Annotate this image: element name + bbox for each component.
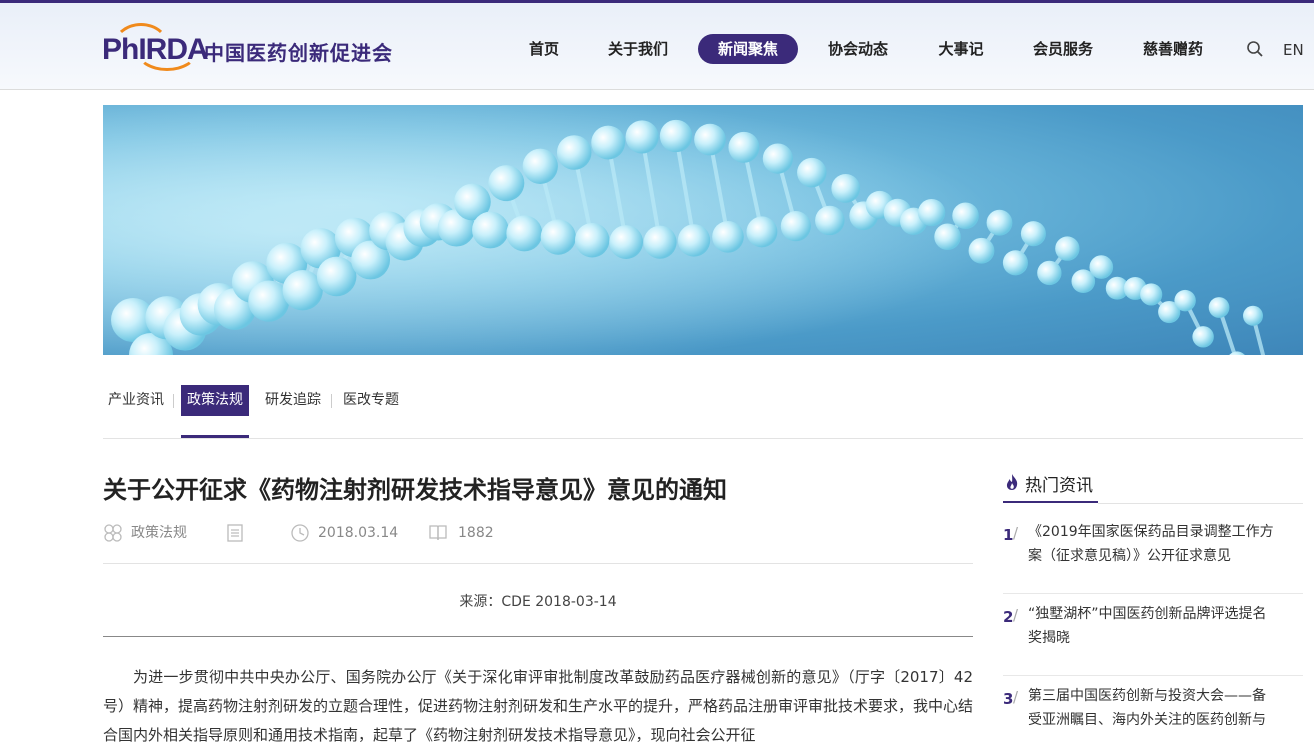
document-icon bbox=[227, 524, 243, 542]
hero-banner bbox=[103, 105, 1303, 355]
rank-slash: / bbox=[1013, 524, 1019, 542]
hot-news-link[interactable]: 第三届中国医药创新与投资大会——备受亚洲瞩目、海内外关注的医药创新与 bbox=[1028, 684, 1278, 732]
helix-sphere bbox=[1055, 236, 1080, 261]
helix-sphere bbox=[1174, 289, 1196, 312]
meta-date: 2018.03.14 bbox=[318, 525, 399, 541]
helix-sphere bbox=[522, 148, 558, 184]
sub-nav: 产业资讯 政策法规 研发追踪 医改专题 bbox=[103, 384, 1303, 439]
sidebar-header: 热门资讯 bbox=[1003, 466, 1098, 503]
helix-sphere bbox=[591, 125, 626, 160]
meta-views: 1882 bbox=[458, 525, 494, 541]
nav-item-charity[interactable]: 慈善赠药 bbox=[1133, 34, 1213, 64]
site-header: PhIRDA 中国医药创新促进会 首页 关于我们 新闻聚焦 协会动态 大事记 会… bbox=[0, 3, 1314, 90]
sidebar-rule bbox=[1098, 503, 1303, 504]
hot-news-link[interactable]: 《2019年国家医保药品目录调整工作方案（征求意见稿）》公开征求意见 bbox=[1028, 520, 1278, 568]
helix-sphere bbox=[917, 198, 946, 227]
nav-item-member-services[interactable]: 会员服务 bbox=[1023, 34, 1103, 64]
helix-sphere bbox=[968, 237, 995, 264]
book-icon bbox=[429, 525, 447, 541]
helix-sphere bbox=[712, 221, 744, 253]
site-logo[interactable]: PhIRDA 中国医药创新促进会 bbox=[102, 23, 392, 73]
article-source: 来源：CDE 2018-03-14 bbox=[459, 594, 617, 610]
nav-item-home[interactable]: 首页 bbox=[516, 34, 572, 64]
helix-sphere bbox=[780, 211, 811, 242]
helix-sphere bbox=[540, 219, 576, 255]
helix-sphere bbox=[677, 224, 711, 257]
fire-icon bbox=[1006, 474, 1018, 490]
clock-icon bbox=[291, 524, 309, 542]
nav-item-association[interactable]: 协会动态 bbox=[818, 34, 898, 64]
rank-slash: / bbox=[1013, 606, 1019, 624]
subnav-active-underline bbox=[181, 435, 249, 438]
logo-text-cn: 中国医药创新促进会 bbox=[204, 41, 393, 65]
subnav-item-industry[interactable]: 产业资讯 bbox=[108, 385, 164, 416]
helix-sphere bbox=[506, 215, 543, 252]
language-switch[interactable]: EN bbox=[1283, 41, 1304, 59]
helix-sphere bbox=[831, 174, 861, 203]
logo-text-en: PhIRDA bbox=[102, 33, 209, 66]
rank-slash: / bbox=[1013, 688, 1019, 706]
helix-sphere bbox=[659, 119, 693, 153]
helix-sphere bbox=[728, 131, 760, 163]
helix-sphere bbox=[472, 211, 509, 249]
subnav-divider bbox=[331, 394, 332, 408]
source-divider bbox=[103, 636, 973, 637]
subnav-divider bbox=[173, 394, 174, 408]
hot-news-item[interactable]: 1 / 《2019年国家医保药品目录调整工作方案（征求意见稿）》公开征求意见 bbox=[1003, 512, 1303, 594]
helix-sphere bbox=[316, 256, 357, 297]
helix-sphere bbox=[609, 225, 644, 259]
helix-sphere bbox=[934, 223, 961, 251]
subnav-item-rnd[interactable]: 研发追踪 bbox=[265, 385, 321, 416]
hot-news-rank: 2 bbox=[1003, 608, 1014, 626]
meta-divider bbox=[103, 563, 973, 564]
sidebar-title: 热门资讯 bbox=[1025, 476, 1093, 496]
nav-item-milestones[interactable]: 大事记 bbox=[928, 34, 994, 64]
helix-sphere bbox=[643, 225, 677, 259]
helix-sphere bbox=[1002, 250, 1028, 276]
nav-item-news[interactable]: 新闻聚焦 bbox=[698, 34, 798, 64]
helix-sphere bbox=[1208, 297, 1230, 318]
hot-news-item[interactable]: 3 / 第三届中国医药创新与投资大会——备受亚洲瞩目、海内外关注的医药创新与 bbox=[1003, 676, 1303, 743]
hot-news-item[interactable]: 2 / “独墅湖杯”中国医药创新品牌评选提名奖揭晓 bbox=[1003, 594, 1303, 676]
hot-news-rank: 1 bbox=[1003, 526, 1014, 544]
helix-sphere bbox=[556, 135, 592, 170]
category-icon bbox=[104, 524, 122, 542]
article-meta: 政策法规 2018.03.14 1882 bbox=[103, 521, 973, 545]
hot-news-rank: 3 bbox=[1003, 690, 1014, 708]
helix-sphere bbox=[1037, 260, 1062, 286]
subnav-item-policy[interactable]: 政策法规 bbox=[181, 385, 249, 416]
helix-sphere bbox=[1192, 326, 1214, 348]
subnav-item-reform[interactable]: 医改专题 bbox=[343, 385, 399, 416]
helix-sphere bbox=[1089, 255, 1114, 279]
helix-sphere bbox=[1020, 221, 1046, 247]
article-title: 关于公开征求《药物注射剂研发技术指导意见》意见的通知 bbox=[103, 476, 727, 504]
helix-sphere bbox=[1140, 283, 1163, 306]
helix-sphere bbox=[986, 209, 1013, 236]
helix-sphere bbox=[694, 123, 726, 156]
helix-sphere bbox=[815, 205, 845, 236]
search-icon[interactable] bbox=[1246, 40, 1264, 58]
helix-sphere bbox=[797, 157, 827, 188]
helix-sphere bbox=[952, 202, 979, 230]
helix-sphere bbox=[746, 216, 778, 248]
helix-sphere bbox=[625, 120, 659, 154]
meta-category: 政策法规 bbox=[131, 525, 187, 541]
dna-helix-illustration bbox=[103, 105, 1303, 355]
helix-sphere bbox=[574, 222, 610, 258]
hot-news-link[interactable]: “独墅湖杯”中国医药创新品牌评选提名奖揭晓 bbox=[1028, 602, 1278, 650]
nav-item-about[interactable]: 关于我们 bbox=[598, 34, 678, 64]
helix-sphere bbox=[488, 165, 525, 202]
article-body: 为进一步贯彻中共中央办公厅、国务院办公厅《关于深化审评审批制度改革鼓励药品医疗器… bbox=[103, 668, 974, 743]
helix-sphere bbox=[762, 143, 793, 174]
helix-sphere bbox=[1243, 305, 1263, 326]
